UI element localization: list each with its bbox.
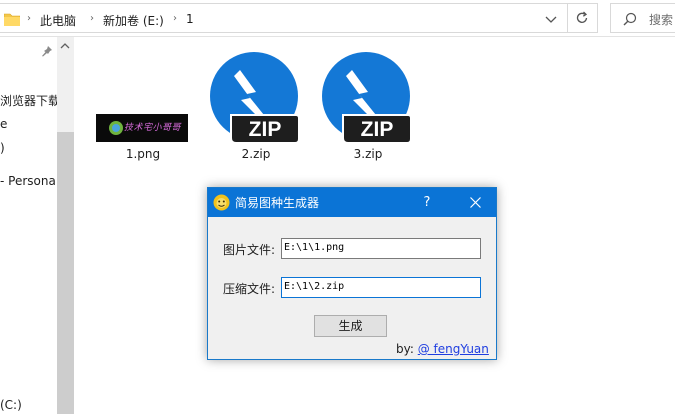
zip-file-label: 压缩文件:: [223, 282, 276, 296]
nav-item[interactable]: ): [0, 141, 5, 155]
nav-item-onedrive-personal[interactable]: - Personal: [0, 174, 59, 188]
search-input[interactable]: 搜索: [610, 3, 675, 33]
file-name[interactable]: 3.zip: [328, 147, 408, 161]
zip-badge-text: ZIP: [249, 118, 282, 141]
file-thumbnail-png[interactable]: 技术宅小哥哥: [96, 114, 188, 142]
zip-file-icon[interactable]: ZIP: [322, 52, 414, 144]
refresh-icon: [576, 11, 588, 23]
image-file-field[interactable]: E:\1\1.png: [281, 238, 481, 259]
scrollbar-thumb[interactable]: [57, 132, 74, 414]
image-seed-dialog: 简易图种生成器 ? 图片文件: E:\1\1.png 压缩文件: E:\1\2.…: [207, 187, 497, 360]
author-byline: by: @ fengYuan: [396, 342, 489, 356]
chevron-right-icon[interactable]: ›: [173, 13, 177, 24]
generate-button[interactable]: 生成: [314, 315, 387, 337]
zip-badge-text: ZIP: [361, 118, 394, 141]
dialog-title-bar[interactable]: 简易图种生成器 ?: [208, 188, 496, 217]
breadcrumb[interactable]: › 此电脑 › 新加卷 (E:) › 1: [0, 3, 568, 33]
zip-file-field[interactable]: E:\1\2.zip: [281, 277, 481, 298]
search-placeholder: 搜索: [649, 13, 674, 27]
folder-icon: [4, 13, 20, 26]
help-button[interactable]: ?: [416, 188, 438, 217]
nav-item-drive-c[interactable]: (C:): [0, 398, 22, 412]
byline-prefix: by:: [396, 342, 414, 356]
image-file-label: 图片文件:: [223, 243, 276, 257]
chevron-right-icon[interactable]: ›: [90, 13, 94, 24]
pin-icon[interactable]: [41, 45, 53, 57]
thumbnail-text: 技术宅小哥哥: [124, 123, 182, 133]
nav-item[interactable]: e: [0, 117, 7, 131]
dialog-title: 简易图种生成器: [235, 196, 320, 210]
nav-item-downloads[interactable]: 浏览器下载: [0, 92, 60, 109]
logo-icon: [109, 121, 123, 135]
chevron-right-icon[interactable]: ›: [27, 13, 31, 24]
chevron-down-icon[interactable]: [545, 14, 557, 24]
file-name[interactable]: 1.png: [104, 147, 182, 161]
nav-scrollbar[interactable]: [57, 37, 74, 414]
search-icon: [623, 12, 637, 26]
breadcrumb-item-drive-e[interactable]: 新加卷 (E:): [103, 12, 164, 29]
breadcrumb-item-folder-1[interactable]: 1: [186, 12, 194, 26]
close-icon: [470, 197, 481, 208]
refresh-button[interactable]: [568, 3, 598, 33]
app-icon: [213, 194, 230, 211]
address-bar: › 此电脑 › 新加卷 (E:) › 1 搜索: [0, 0, 675, 37]
zip-file-icon[interactable]: ZIP: [210, 52, 302, 144]
breadcrumb-item-this-pc[interactable]: 此电脑: [40, 12, 76, 29]
file-name[interactable]: 2.zip: [216, 147, 296, 161]
author-link[interactable]: @ fengYuan: [418, 342, 489, 356]
close-button[interactable]: [458, 188, 494, 217]
scroll-up-icon[interactable]: [60, 42, 70, 50]
